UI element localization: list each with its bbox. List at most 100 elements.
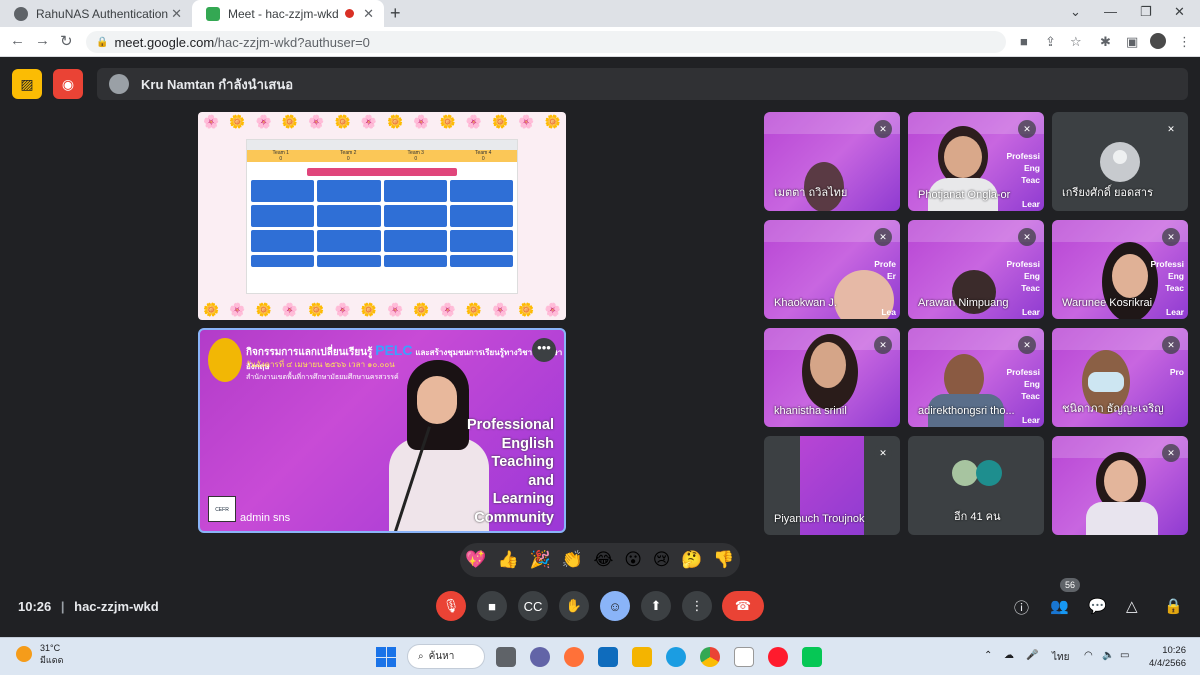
thinking-reaction-button[interactable]: 🤔	[681, 550, 702, 570]
side-panel-icon[interactable]: ▣	[1126, 34, 1138, 50]
more-participants-tile[interactable]: อีก 41 คน	[908, 436, 1044, 535]
participant-name: Piyanuch Troujnok	[774, 513, 865, 525]
participant-tile[interactable]: ✕ Piyanuch Troujnok	[764, 436, 900, 535]
new-tab-button[interactable]: +	[390, 3, 401, 24]
game-card	[251, 230, 315, 252]
window-close-button[interactable]: ✕	[1174, 4, 1185, 20]
extensions-icon[interactable]: ✱	[1100, 34, 1111, 50]
laugh-reaction-button[interactable]: 😂	[593, 550, 613, 570]
card-grid	[247, 180, 517, 267]
side-line: Professional	[466, 417, 554, 433]
chat-app-icon[interactable]	[530, 647, 550, 667]
participant-tile[interactable]: ✕ เมตตา ถวิลไทย	[764, 112, 900, 211]
slide-subline2: สำนักงานเขตพื้นที่การศึกษามัธยมศึกษานครส…	[246, 374, 399, 381]
presentation-off-icon[interactable]: ▨	[12, 69, 42, 99]
profile-avatar[interactable]	[1150, 33, 1166, 49]
chat-icon[interactable]: 💬	[1088, 597, 1107, 615]
slide-subline: วันอังคารที่ ๔ เมษายน ๒๕๖๖ เวลา ๑๐.๐๐น	[246, 360, 395, 369]
taskbar-clock[interactable]: 10:26 4/4/2566	[1149, 644, 1186, 670]
game-card	[317, 205, 381, 227]
more-participants-label: อีก 41 คน	[954, 511, 1001, 523]
tab-meet[interactable]: Meet - hac-zzjm-wkd ✕	[192, 0, 384, 27]
share-icon[interactable]: ⇪	[1045, 34, 1056, 50]
more-options-button[interactable]: •••	[532, 338, 556, 362]
minimize-button[interactable]: —	[1104, 4, 1117, 19]
lock-icon: 🔒	[96, 36, 109, 48]
participant-name: Arawan Nimpuang	[918, 297, 1009, 309]
slide-heading-pelc: PELC	[375, 342, 413, 358]
hang-up-button[interactable]: ☎	[722, 591, 764, 621]
surprised-reaction-button[interactable]: 😮	[624, 550, 642, 570]
participant-tile[interactable]: ✕ khanistha srinil	[764, 328, 900, 427]
participant-tile[interactable]: ProfeErLeaComm ✕ Khaokwan J.	[764, 220, 900, 319]
participant-tile[interactable]: ProfessiEngTeacLearCommu ✕ Arawan Nimpua…	[908, 220, 1044, 319]
people-count-badge: 56	[1060, 578, 1080, 592]
participant-tile[interactable]: ProfessiEngTeacLearCommu ✕ Photjanat Ong…	[908, 112, 1044, 211]
flower-border-bottom: 🌼 🌸 🌼 🌸 🌼 🌸 🌼 🌸 🌼 🌸 🌼 🌸 🌼 🌸	[203, 302, 561, 317]
chevron-up-icon[interactable]: ⌃	[984, 650, 992, 661]
camera-icon[interactable]: ■	[1020, 34, 1028, 49]
browser-tab-strip: RahuNAS Authentication ✕ Meet - hac-zzjm…	[0, 0, 1200, 27]
taskbar-search[interactable]: ⌕ ค้นหา	[407, 644, 485, 669]
edge-icon[interactable]	[666, 647, 686, 667]
captions-button[interactable]: CC	[518, 591, 548, 621]
reload-button[interactable]: ↻	[60, 32, 73, 50]
heart-reaction-button[interactable]: 💖	[465, 550, 486, 570]
participant-name: Photjanat Ongla-or	[918, 189, 1011, 201]
language-indicator[interactable]: ไทย	[1052, 650, 1069, 665]
tab-rahunas[interactable]: RahuNAS Authentication ✕	[0, 0, 192, 27]
clap-reaction-button[interactable]: 👏	[561, 550, 582, 570]
participant-name: เกรียงศักดิ์ ยอดสาร	[1062, 187, 1153, 199]
mic-off-button[interactable]: 🎙	[436, 591, 466, 621]
close-icon[interactable]: ✕	[171, 6, 182, 22]
chrome-icon[interactable]	[700, 647, 720, 667]
amazon-icon[interactable]	[734, 647, 754, 667]
firefox-icon[interactable]	[564, 647, 584, 667]
chevron-down-icon[interactable]: ⌄	[1070, 4, 1081, 20]
meeting-code: hac-zzjm-wkd	[74, 599, 159, 614]
info-icon[interactable]: ⓘ	[1014, 597, 1029, 618]
participant-tile[interactable]: ✕ เกรียงศักดิ์ ยอดสาร	[1052, 112, 1188, 211]
mail-icon[interactable]	[598, 647, 618, 667]
participant-tile[interactable]: ProfessiEngTeacLearCommu ✕ adirekthongsr…	[908, 328, 1044, 427]
shared-screen[interactable]: 🌸 🌼 🌸 🌼 🌸 🌼 🌸 🌼 🌸 🌼 🌸 🌼 🌸 🌼 Team 10 Team 20 Team 30 T…	[198, 112, 566, 320]
host-controls-icon[interactable]: 🔒	[1164, 597, 1183, 615]
mic-icon[interactable]: 🎤	[1026, 650, 1038, 661]
bookmark-star-icon[interactable]: ☆	[1070, 34, 1082, 50]
kebab-menu-icon[interactable]: ⋮	[1178, 34, 1191, 50]
thumbs-up-reaction-button[interactable]: 👍	[497, 550, 518, 570]
participant-tile[interactable]: ProfessiEngTeacLearCommu ✕ Warunee Kosri…	[1052, 220, 1188, 319]
people-icon[interactable]: 👥	[1050, 597, 1069, 615]
task-view-icon[interactable]	[496, 647, 516, 667]
camera-button[interactable]: ■	[477, 591, 507, 621]
raise-hand-button[interactable]: ✋	[559, 591, 589, 621]
present-screen-button[interactable]: ⬆	[641, 591, 671, 621]
back-button[interactable]: ←	[10, 32, 25, 49]
thumbs-down-reaction-button[interactable]: 👎	[713, 550, 734, 570]
emoji-reactions-button[interactable]: ☺	[600, 591, 630, 621]
weather-widget[interactable]: 31°C มีแดด	[16, 642, 63, 666]
restore-button[interactable]: ❐	[1140, 4, 1152, 20]
battery-icon[interactable]: ▭	[1120, 650, 1129, 661]
activities-icon[interactable]: △	[1126, 597, 1138, 615]
forward-button[interactable]: →	[35, 32, 50, 49]
file-explorer-icon[interactable]	[632, 647, 652, 667]
address-bar[interactable]: 🔒 meet.google.com /hac-zzjm-wkd?authuser…	[86, 31, 1006, 53]
game-card	[251, 180, 315, 202]
sad-reaction-button[interactable]: 😢	[653, 550, 671, 570]
active-speaker-tile[interactable]: กิจกรรมการแลกเปลี่ยนเรียนรู้ PELC และสร้…	[198, 328, 566, 533]
line-icon[interactable]	[802, 647, 822, 667]
more-options-button[interactable]: ⋮	[682, 591, 712, 621]
speaker-icon[interactable]: 🔈	[1102, 650, 1114, 661]
party-reaction-button[interactable]: 🎉	[529, 550, 550, 570]
game-card	[383, 205, 447, 227]
participant-tile[interactable]: Pro ✕ ชนิดาภา ธัญญะเจริญ	[1052, 328, 1188, 427]
recording-indicator-icon	[345, 9, 354, 18]
close-icon[interactable]: ✕	[363, 6, 374, 22]
opera-icon[interactable]	[768, 647, 788, 667]
participant-tile[interactable]: ✕	[1052, 436, 1188, 535]
recording-icon[interactable]: ◉	[53, 69, 83, 99]
windows-start-icon[interactable]	[376, 647, 396, 667]
cloud-icon[interactable]: ☁	[1004, 650, 1014, 661]
wifi-icon[interactable]: ◠	[1084, 650, 1093, 661]
